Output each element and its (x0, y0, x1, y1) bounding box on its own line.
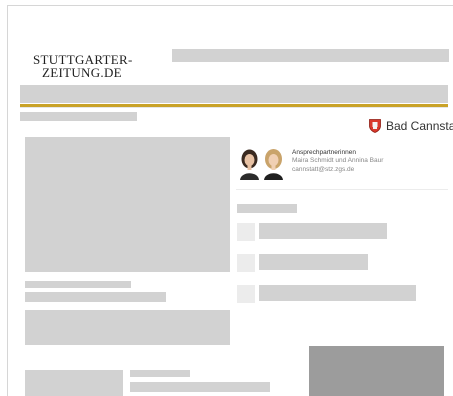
list-item-thumbnail[interactable] (237, 285, 255, 303)
logo-line-2: ZEITUNG.DE (42, 65, 122, 80)
list-item-title[interactable] (259, 223, 387, 239)
contact-names: Maira Schmidt und Annina Baur (292, 157, 384, 164)
breadcrumb-placeholder[interactable] (20, 112, 137, 121)
avatar (238, 146, 261, 180)
location-badge[interactable]: Bad Cannstatt (369, 119, 453, 133)
avatar (262, 146, 285, 180)
lead-article-headline[interactable] (25, 292, 166, 302)
list-item-thumbnail[interactable] (237, 223, 255, 241)
lead-article-image[interactable] (25, 137, 230, 272)
contact-email-link[interactable]: cannstatt@stz.zgs.de (292, 166, 354, 173)
list-item-title[interactable] (259, 285, 416, 301)
header-banner-placeholder[interactable] (172, 49, 449, 62)
list-item-title[interactable] (259, 254, 368, 270)
promo-box[interactable] (309, 346, 444, 396)
contact-card: Ansprechpartnerinnen Maira Schmidt und A… (236, 143, 448, 190)
list-item-thumbnail[interactable] (237, 254, 255, 272)
location-name: Bad Cannstatt (386, 119, 453, 133)
header-separator (20, 107, 448, 108)
coat-of-arms-icon (369, 119, 381, 133)
secondary-article-kicker[interactable] (130, 370, 190, 377)
site-logo[interactable]: STUTTGARTER- ZEITUNG.DE (33, 53, 133, 79)
secondary-article-headline[interactable] (130, 382, 270, 392)
contact-title: Ansprechpartnerinnen (292, 149, 356, 156)
lead-article-kicker[interactable] (25, 281, 131, 288)
main-navigation-bar[interactable] (20, 85, 448, 103)
secondary-article-image[interactable] (25, 370, 123, 396)
list-heading-placeholder[interactable] (237, 204, 297, 213)
lead-article-teaser[interactable] (25, 310, 230, 345)
